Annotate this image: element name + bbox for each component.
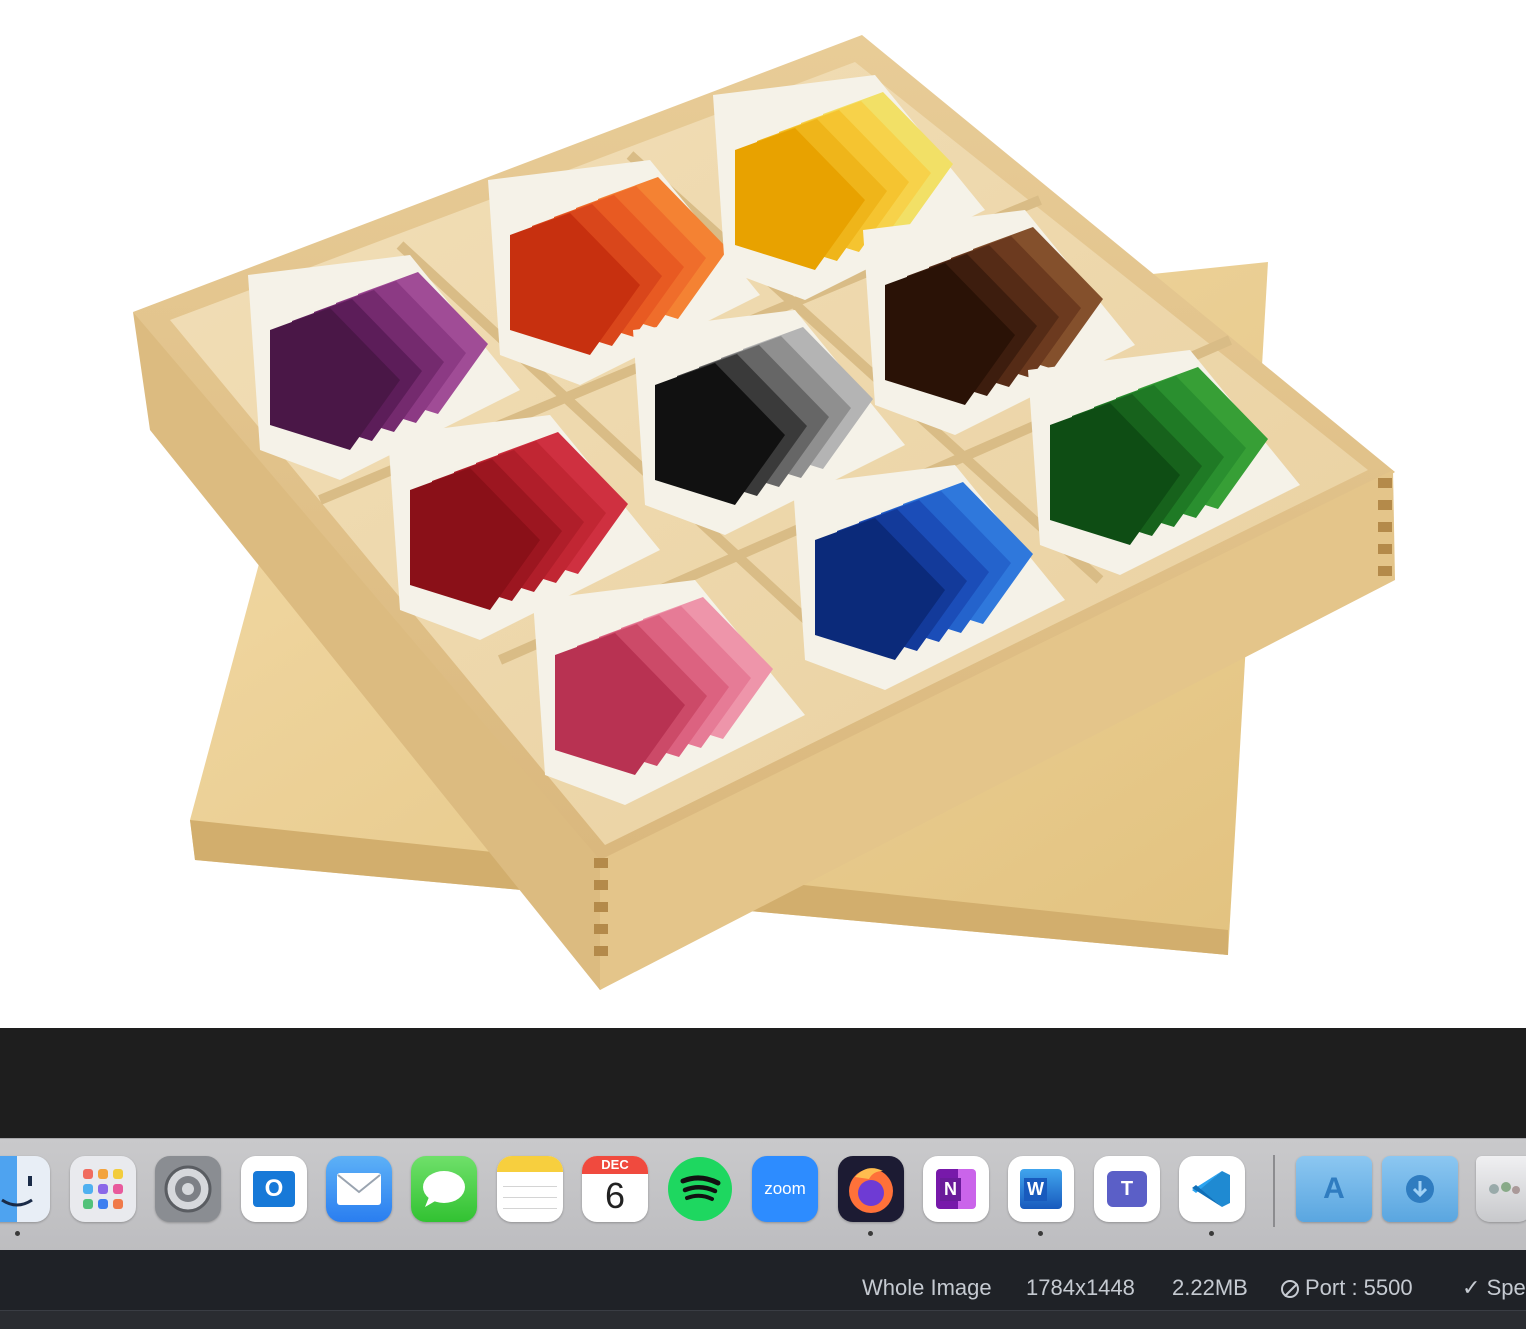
color-tablet-box-image [133, 35, 1395, 990]
word-icon[interactable]: W [1008, 1156, 1074, 1222]
firefox-running-dot [868, 1231, 873, 1236]
file-size: 2.22MB [1172, 1275, 1248, 1300]
mail-icon[interactable] [326, 1156, 392, 1222]
vscode-icon[interactable] [1179, 1156, 1245, 1222]
firefox-icon[interactable] [838, 1156, 904, 1222]
spell-check-label: Spe [1486, 1275, 1526, 1300]
gear-glyph [164, 1165, 212, 1213]
port-label: Port : 5500 [1305, 1275, 1413, 1300]
view-mode-label[interactable]: Whole Image [862, 1275, 992, 1301]
window-background [0, 1028, 1526, 1138]
teams-icon[interactable]: T [1094, 1156, 1160, 1222]
onenote-glyph: N [940, 1177, 961, 1201]
outlook-icon[interactable]: O [241, 1156, 307, 1222]
app-store-glyph: A [1323, 1172, 1345, 1205]
zoom-label: zoom [764, 1179, 806, 1198]
finder-running-dot [15, 1231, 20, 1236]
messages-icon[interactable] [411, 1156, 477, 1222]
teams-glyph: T [1107, 1171, 1147, 1207]
spotify-logo-glyph [668, 1157, 732, 1221]
trash-contents-glyph [1489, 1182, 1520, 1194]
spotify-icon[interactable] [667, 1156, 733, 1222]
notes-icon[interactable] [497, 1156, 563, 1222]
dock-separator [1273, 1155, 1275, 1227]
settings-gear-icon[interactable] [155, 1156, 221, 1222]
status-bar: Whole Image 1784x1448 2.22MB Port : 5500… [0, 1250, 1526, 1310]
finder-icon[interactable] [0, 1156, 50, 1222]
calendar-month: DEC [582, 1156, 648, 1174]
launchpad-icon[interactable] [70, 1156, 136, 1222]
no-entry-icon [1281, 1280, 1299, 1298]
word-glyph: W [1024, 1177, 1047, 1201]
firefox-logo-glyph [849, 1168, 893, 1213]
word-running-dot [1038, 1231, 1043, 1236]
dock: O DEC 6 zoom N W T A [0, 1138, 1526, 1251]
calendar-day: 6 [604, 1175, 626, 1216]
next-window-edge [0, 1310, 1526, 1329]
image-viewer [0, 0, 1526, 1028]
zoom-icon[interactable]: zoom [752, 1156, 818, 1222]
downloads-folder-icon[interactable] [1382, 1156, 1458, 1222]
calendar-icon[interactable]: DEC 6 [582, 1156, 648, 1222]
launchpad-grid-glyph [83, 1169, 123, 1209]
vscode-running-dot [1209, 1231, 1214, 1236]
speech-bubble-glyph [423, 1171, 465, 1207]
envelope-glyph [337, 1173, 381, 1205]
applications-folder-icon[interactable]: A [1296, 1156, 1372, 1222]
trash-icon[interactable] [1476, 1156, 1526, 1222]
onenote-icon[interactable]: N [923, 1156, 989, 1222]
notes-header-glyph [497, 1156, 563, 1172]
image-dimensions: 1784x1448 [1026, 1275, 1135, 1300]
port-status[interactable]: Port : 5500 [1281, 1275, 1413, 1301]
finder-face-glyph [1, 1176, 33, 1207]
download-arrow-glyph [1406, 1175, 1434, 1203]
checkmark-icon: ✓ [1462, 1275, 1481, 1300]
outlook-glyph: O [253, 1171, 295, 1207]
vscode-logo-glyph [1192, 1171, 1230, 1207]
spell-check-status[interactable]: ✓ Spe [1462, 1275, 1526, 1301]
